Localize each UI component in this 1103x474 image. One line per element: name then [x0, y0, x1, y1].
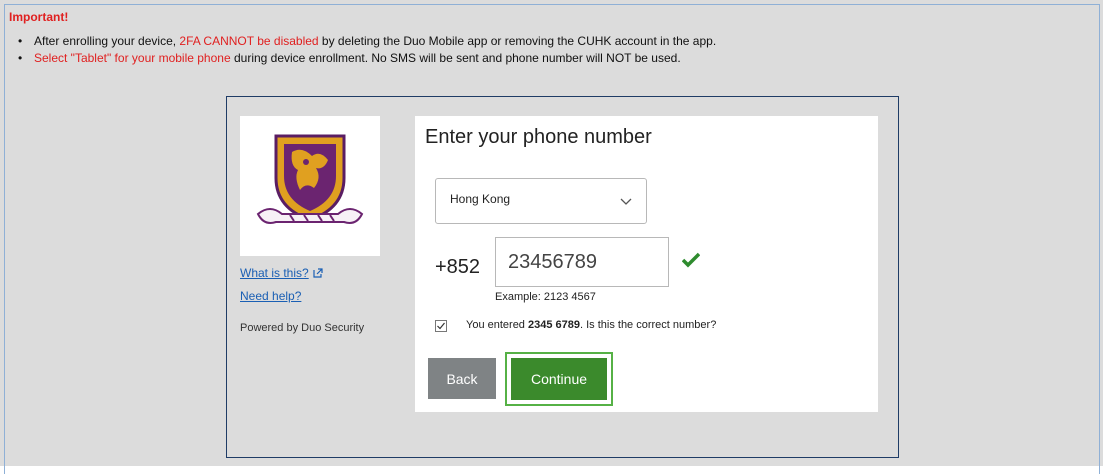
phone-example: Example: 2123 4567	[495, 291, 596, 303]
confirm-number-checkbox[interactable]	[435, 320, 447, 332]
notice-item-2fa: After enrolling your device, 2FA CANNOT …	[18, 33, 716, 50]
chevron-down-icon	[620, 198, 632, 205]
important-heading: Important!	[9, 10, 69, 24]
notice-item-2fa-prefix: After enrolling your device,	[34, 34, 180, 48]
what-is-this-link[interactable]: What is this?	[240, 266, 323, 280]
page-title: Enter your phone number	[425, 126, 652, 148]
confirm-prefix: You entered	[466, 319, 528, 331]
notice-item-2fa-highlight: 2FA CANNOT be disabled	[179, 34, 319, 48]
notice-item-2fa-suffix: by deleting the Duo Mobile app or removi…	[318, 34, 717, 48]
enrollment-panel: Enter your phone number Hong Kong +852 E…	[415, 116, 878, 412]
confirm-suffix: . Is this the correct number?	[579, 319, 717, 331]
notice-item-tablet: Select "Tablet" for your mobile phone du…	[18, 50, 716, 67]
continue-button[interactable]: Continue	[511, 358, 607, 400]
need-help-link[interactable]: Need help?	[240, 289, 301, 303]
notice-list: After enrolling your device, 2FA CANNOT …	[18, 33, 716, 67]
country-select[interactable]: Hong Kong	[435, 178, 647, 224]
powered-by-text: Powered by Duo Security	[240, 322, 365, 334]
cuhk-crest-icon	[256, 134, 364, 224]
phone-number-input[interactable]	[495, 237, 669, 287]
cuhk-logo	[240, 116, 380, 256]
continue-focus-ring: Continue	[505, 352, 613, 406]
what-is-this-label: What is this?	[240, 266, 309, 280]
confirm-number: 2345 6789	[527, 319, 580, 331]
notice-item-tablet-suffix: during device enrollment. No SMS will be…	[230, 51, 681, 65]
notice-item-tablet-highlight: Select "Tablet" for your mobile phone	[34, 51, 231, 65]
back-button[interactable]: Back	[428, 358, 496, 399]
checkmark-icon	[682, 252, 700, 268]
checkbox-checked-icon	[437, 322, 445, 330]
country-select-value: Hong Kong	[450, 192, 511, 206]
country-code: +852	[435, 256, 481, 278]
confirm-number-label: You entered 2345 6789. Is this the corre…	[466, 319, 716, 331]
external-link-icon	[313, 268, 323, 278]
